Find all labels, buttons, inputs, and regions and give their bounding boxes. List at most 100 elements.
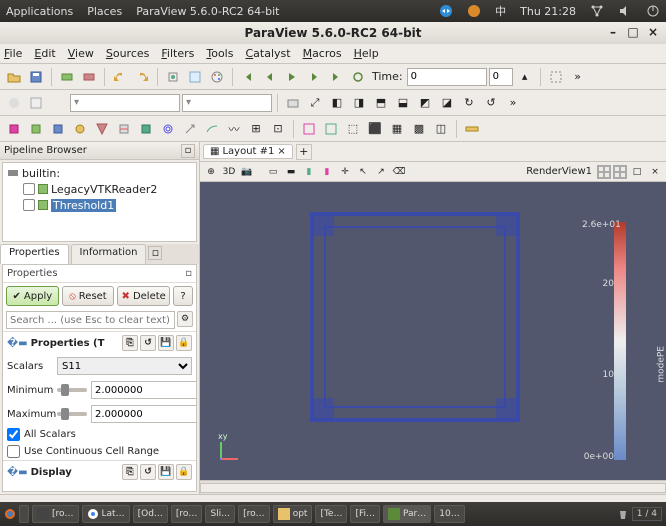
view-xpos-icon[interactable]: ◨ [349, 93, 369, 113]
menu-macros[interactable]: Macros [303, 47, 342, 60]
filter-warp-icon[interactable]: 〰 [224, 119, 244, 139]
teamviewer-tray-icon[interactable] [439, 4, 453, 18]
properties-dock-icon[interactable]: ▫ [185, 268, 192, 279]
task-item[interactable]: [Fi… [350, 505, 380, 523]
selection6-icon[interactable]: ▩ [409, 119, 429, 139]
task-item[interactable]: 10… [434, 505, 464, 523]
hover-point-icon[interactable]: ↖ [355, 164, 371, 180]
tab-information[interactable]: Information [71, 244, 147, 264]
mode-3d-button[interactable]: 3D [221, 164, 237, 180]
menu-sources[interactable]: Sources [106, 47, 150, 60]
apply-button[interactable]: ✔Apply [6, 286, 59, 306]
pipeline-item-threshold[interactable]: Threshold1 [5, 197, 194, 213]
vcr-last-icon[interactable] [326, 67, 346, 87]
minimize-button[interactable]: – [606, 26, 620, 40]
restore-icon[interactable]: ↺ [140, 335, 156, 351]
rotate-neg90-icon[interactable]: ↺ [481, 93, 501, 113]
select-cells-icon[interactable]: ▬ [283, 164, 299, 180]
filter-cube3-icon[interactable] [48, 119, 68, 139]
properties-close-icon[interactable]: ▫ [148, 246, 162, 260]
selection3-icon[interactable]: ⬚ [343, 119, 363, 139]
view-yneg-icon[interactable]: ⬒ [371, 93, 391, 113]
edit-colormap-icon[interactable] [48, 93, 68, 113]
properties-search-input[interactable] [6, 311, 175, 329]
vcr-first-icon[interactable] [238, 67, 258, 87]
collapse-icon[interactable]: �▬ [7, 467, 28, 478]
view-zneg-icon[interactable]: ◩ [415, 93, 435, 113]
reload-icon[interactable] [163, 67, 183, 87]
menu-filters[interactable]: Filters [161, 47, 194, 60]
power-tray-icon[interactable] [646, 4, 660, 18]
clear-selection-icon[interactable]: ⌫ [391, 164, 407, 180]
color-palette-icon[interactable] [207, 67, 227, 87]
rescale-icon[interactable] [26, 93, 46, 113]
task-item[interactable]: [Te… [315, 505, 347, 523]
select-surface-icon[interactable]: ▮ [301, 164, 317, 180]
menu-help[interactable]: Help [354, 47, 379, 60]
time-index-input[interactable] [489, 68, 513, 86]
filter-contour-icon[interactable] [158, 119, 178, 139]
select-block-icon[interactable]: ▮ [319, 164, 335, 180]
color-array-combo[interactable]: ▾ [70, 94, 180, 112]
lock-icon[interactable]: 🔒 [176, 464, 192, 480]
save-default-icon[interactable]: 💾 [158, 464, 174, 480]
color-legend[interactable]: 2.6e+01 20 10 0e+00 modePE [612, 222, 652, 460]
selection4-icon[interactable]: ⬛ [365, 119, 385, 139]
vcr-play-icon[interactable] [282, 67, 302, 87]
color-by-icon[interactable] [4, 93, 24, 113]
delete-button[interactable]: ✖Delete [117, 286, 170, 306]
pick-center-icon[interactable]: ⊕ [203, 164, 219, 180]
help-button[interactable]: ? [173, 286, 193, 306]
filter-group-icon[interactable]: ⊞ [246, 119, 266, 139]
visibility-toggle-icon[interactable] [23, 199, 35, 211]
pipeline-item-reader[interactable]: LegacyVTKReader2 [5, 181, 194, 197]
close-view-icon[interactable]: × [647, 164, 663, 180]
applications-menu[interactable]: Applications [6, 5, 73, 18]
find-data-icon[interactable] [185, 67, 205, 87]
menu-file[interactable]: File [4, 47, 22, 60]
filter-glyph-icon[interactable] [180, 119, 200, 139]
vcr-forward-icon[interactable] [304, 67, 324, 87]
maximum-input[interactable] [91, 405, 197, 423]
task-item[interactable]: [ro… [171, 505, 203, 523]
horizontal-scrollbar[interactable] [200, 480, 666, 494]
firefox-launcher-icon[interactable] [4, 508, 16, 520]
render-view[interactable]: xy 2.6e+01 20 10 0e+00 modePE [200, 182, 666, 480]
places-menu[interactable]: Places [87, 5, 122, 18]
connect-icon[interactable] [57, 67, 77, 87]
task-item-active[interactable]: Par… [383, 505, 431, 523]
selection5-icon[interactable]: ▦ [387, 119, 407, 139]
selection7-icon[interactable]: ◫ [431, 119, 451, 139]
task-item[interactable]: Lat… [82, 505, 130, 523]
notification-tray-icon[interactable] [467, 4, 481, 18]
filter-cube1-icon[interactable] [4, 119, 24, 139]
time-input[interactable] [407, 68, 487, 86]
camera-icon[interactable]: 📷 [239, 164, 255, 180]
time-step-up-icon[interactable]: ▴ [515, 67, 535, 87]
clock[interactable]: Thu 21:28 [520, 5, 576, 18]
pipeline-close-icon[interactable]: ▫ [181, 144, 195, 158]
camera-reset-icon[interactable] [283, 93, 303, 113]
copy-icon[interactable]: ⎘ [122, 464, 138, 480]
rotate-90-icon[interactable]: ↻ [459, 93, 479, 113]
copy-icon[interactable]: ⎘ [122, 335, 138, 351]
filter-extract-icon[interactable]: ⊡ [268, 119, 288, 139]
ime-indicator[interactable]: 中 [495, 3, 506, 19]
layout-tab-1[interactable]: ▦ Layout #1 × [203, 144, 293, 159]
toolbar-overflow-icon[interactable]: » [568, 67, 588, 87]
restore-icon[interactable]: ↺ [140, 464, 156, 480]
volume-tray-icon[interactable] [618, 4, 632, 18]
pipeline-tree[interactable]: builtin: LegacyVTKReader2 Threshold1 [2, 162, 197, 242]
task-item[interactable]: [ro… [238, 505, 270, 523]
menu-view[interactable]: View [68, 47, 94, 60]
all-scalars-checkbox[interactable] [7, 428, 20, 441]
interactive-select-icon[interactable]: ✛ [337, 164, 353, 180]
menu-tools[interactable]: Tools [206, 47, 233, 60]
task-item[interactable] [19, 505, 29, 523]
zoom-to-data-icon[interactable]: ⤢ [305, 93, 325, 113]
selection-icon[interactable] [299, 119, 319, 139]
task-item[interactable]: [ro… [32, 505, 79, 523]
filter-clip-icon[interactable] [92, 119, 112, 139]
tab-properties[interactable]: Properties [0, 244, 69, 264]
menu-edit[interactable]: Edit [34, 47, 55, 60]
